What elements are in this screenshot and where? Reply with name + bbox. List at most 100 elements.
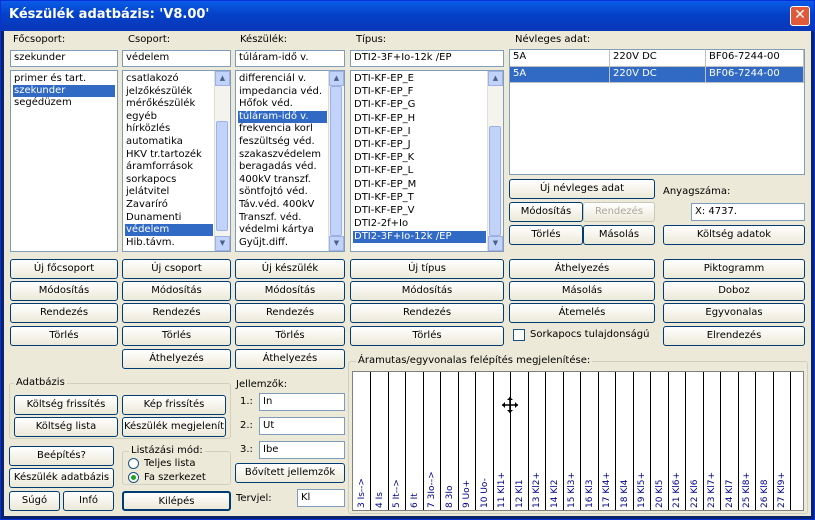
terminal-column[interactable]: 22 Kl6 xyxy=(687,372,704,510)
terminal-column[interactable]: 9 Uo+ xyxy=(459,372,476,510)
show-device-button[interactable]: Készülék megjelenít xyxy=(122,417,226,437)
scroll-down-icon[interactable]: ▼ xyxy=(488,236,503,251)
csoport-list-item[interactable]: Zavaríró xyxy=(125,199,213,211)
tipus-list-item[interactable]: DTI-KF-EP_L xyxy=(353,165,486,177)
terminal-column[interactable]: 18 Kl4 xyxy=(617,372,634,510)
keszulek-list-item[interactable]: frekvencia korl xyxy=(238,123,327,135)
keszulek-list-item[interactable]: szakaszvédelem xyxy=(238,149,327,161)
keszulek-list-item[interactable]: differenciál v. xyxy=(238,73,327,85)
csoport-list-item[interactable]: jelzőkészülék xyxy=(125,86,213,98)
terminal-column[interactable]: 3 Is--> xyxy=(354,372,371,510)
csoport-modify-button[interactable]: Módosítás xyxy=(122,281,231,301)
nevleges-copy-button[interactable]: Másolás xyxy=(583,225,655,245)
scroll-up-icon[interactable]: ▲ xyxy=(215,71,230,86)
new-tipus-button[interactable]: Új típus xyxy=(350,259,504,279)
help-button[interactable]: Súgó xyxy=(9,491,60,511)
terminal-column[interactable]: 26 Kl8 xyxy=(757,372,774,510)
terminal-column[interactable]: 12 Kl1 xyxy=(512,372,529,510)
title-bar[interactable]: Készülék adatbázis: 'V8.00' ✕ xyxy=(1,1,814,31)
csoport-field[interactable]: védelem xyxy=(122,50,231,67)
tipus-field[interactable]: DTI2-3F+Io-12k /EP xyxy=(350,50,504,67)
keszulek-adatbazis-button[interactable]: Készülék adatbázis xyxy=(9,468,114,488)
piktogramm-button[interactable]: Piktogramm xyxy=(663,259,805,279)
diagram-canvas[interactable]: 27 Kl9+ 26 Kl8 25 Kl8+ 24 Kl7 23 Kl7+ 22 Kl6 2… xyxy=(352,371,804,511)
keszulek-move-button[interactable]: Áthelyezés xyxy=(235,349,345,369)
csoport-list-item[interactable]: csatlakozó xyxy=(125,73,213,85)
terminal-column[interactable]: 16 Kl3 xyxy=(582,372,599,510)
terminal-column[interactable]: 15 Kl3+ xyxy=(564,372,581,510)
elrendezes-button[interactable]: Elrendezés xyxy=(663,326,805,346)
scroll-down-icon[interactable]: ▼ xyxy=(329,236,344,251)
csoport-scrollbar[interactable]: ▲ ▼ xyxy=(214,71,230,251)
csoport-list-item[interactable]: sorkapocs xyxy=(125,174,213,186)
tipus-list-item[interactable]: DTI2-3F+Io-12k /EP xyxy=(353,231,486,244)
scroll-down-icon[interactable]: ▼ xyxy=(215,236,230,251)
tipus-list-item[interactable]: DTI-KF-EP_T xyxy=(353,192,486,204)
focsoport-list-item[interactable]: segédüzem xyxy=(13,97,115,109)
masolas-button[interactable]: Másolás xyxy=(509,281,655,301)
focsoport-list-item[interactable]: szekunder xyxy=(13,85,115,97)
keszulek-modify-button[interactable]: Módosítás xyxy=(235,281,345,301)
new-focsoport-button[interactable]: Új főcsoport xyxy=(10,259,118,279)
tipus-list-item[interactable]: DTI-KF-EP_J xyxy=(353,139,486,151)
keszulek-scrollbar[interactable]: ▲ ▼ xyxy=(328,71,344,251)
scroll-thumb[interactable] xyxy=(489,126,501,236)
terminal-column[interactable]: 14 Kl2 xyxy=(547,372,564,510)
scroll-thumb[interactable] xyxy=(216,121,228,231)
csoport-list-item[interactable]: jelátvitel xyxy=(125,186,213,198)
focsoport-list-item[interactable]: primer és tart. xyxy=(13,73,115,85)
terminal-column[interactable]: 8 3Io xyxy=(442,372,459,510)
nevleges-delete-button[interactable]: Törlés xyxy=(509,225,583,245)
keszulek-list-item[interactable]: Transzf. véd. xyxy=(238,212,327,224)
csoport-move-button[interactable]: Áthelyezés xyxy=(122,349,231,369)
terminal-column[interactable]: 25 Kl8+ xyxy=(739,372,756,510)
terminal-column[interactable]: 6 It xyxy=(407,372,424,510)
scroll-thumb[interactable] xyxy=(330,86,342,236)
csoport-sort-button[interactable]: Rendezés xyxy=(122,303,231,323)
egyvonalas-button[interactable]: Egyvonalas xyxy=(663,303,805,323)
tipus-list-item[interactable]: DTI2-2f+Io xyxy=(353,218,486,230)
csoport-list-item[interactable]: HKV tr.tartozék xyxy=(125,149,213,161)
scroll-up-icon[interactable]: ▲ xyxy=(329,71,344,86)
cost-data-button[interactable]: Költség adatok xyxy=(663,225,805,245)
new-csoport-button[interactable]: Új csoport xyxy=(122,259,231,279)
cost-refresh-button[interactable]: Költség frissítés xyxy=(14,395,118,415)
terminal-column[interactable]: 4 Is xyxy=(372,372,389,510)
terminal-column[interactable]: 20 Kl5 xyxy=(652,372,669,510)
tipus-list-item[interactable]: DTI-KF-EP_G xyxy=(353,99,486,111)
jellemzo-2-field[interactable]: Ut xyxy=(259,417,345,435)
exit-button[interactable]: Kilépés xyxy=(122,491,231,511)
nevleges-sort-button[interactable]: Rendezés xyxy=(583,202,655,222)
grid-cell[interactable]: 5A xyxy=(510,67,610,83)
tipus-list-item[interactable]: DTI-KF-EP_M xyxy=(353,179,486,191)
tipus-list[interactable]: DTI2-3F+Io-12k /EP DTI2-2f+Io DTI-KF-EP_V D… xyxy=(350,70,504,252)
focsoport-list[interactable]: segédüzem szekunder primer és tart. xyxy=(10,70,118,252)
csoport-list-item[interactable]: védelem xyxy=(125,224,213,237)
focsoport-field[interactable]: szekunder xyxy=(10,50,118,67)
beepites-button[interactable]: Beépítés? xyxy=(9,446,114,466)
image-refresh-button[interactable]: Kép frissítés xyxy=(122,395,226,415)
jellemzo-1-field[interactable]: In xyxy=(259,393,345,411)
nevleges-modify-button[interactable]: Módosítás xyxy=(509,202,583,222)
keszulek-delete-button[interactable]: Törlés xyxy=(235,326,345,346)
tervjel-field[interactable]: Kl xyxy=(297,489,345,507)
nevleges-grid[interactable]: 5A 220V DC BF06-7244-00 5A 220V DC BF06-… xyxy=(509,49,805,175)
csoport-list[interactable]: Hib.távm. védelem Dunamenti Zavaríró jelátvi… xyxy=(122,70,231,252)
tipus-list-item[interactable]: DTI-KF-EP_V xyxy=(353,205,486,217)
keszulek-field[interactable]: túláram-idő v. xyxy=(235,50,345,67)
keszulek-list-item[interactable]: beragadás véd. xyxy=(238,161,327,173)
anyagszam-field[interactable]: X: 4737. xyxy=(691,203,805,221)
keszulek-sort-button[interactable]: Rendezés xyxy=(235,303,345,323)
jellemzo-3-field[interactable]: Ibe xyxy=(259,441,345,459)
grid-cell[interactable]: 220V DC xyxy=(610,67,706,83)
terminal-column[interactable]: 23 Kl7+ xyxy=(704,372,721,510)
terminal-column[interactable]: 10 Uo- xyxy=(477,372,494,510)
tipus-sort-button[interactable]: Rendezés xyxy=(350,303,504,323)
new-keszulek-button[interactable]: Új készülék xyxy=(235,259,345,279)
csoport-list-item[interactable]: Hib.távm. xyxy=(125,237,213,249)
keszulek-list-item[interactable]: Hőfok véd. xyxy=(238,98,327,110)
terminal-column[interactable]: 21 Kl6+ xyxy=(669,372,686,510)
fa-szerkezet-radio[interactable] xyxy=(128,472,139,483)
keszulek-list-item[interactable]: Gyűjt.diff. xyxy=(238,237,327,249)
tipus-modify-button[interactable]: Módosítás xyxy=(350,281,504,301)
